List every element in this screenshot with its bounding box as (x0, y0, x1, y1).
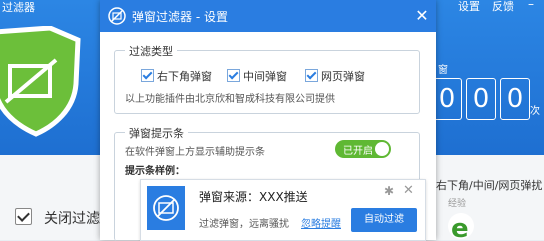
background-filter-types-text: 右下角/中间/网页弹扰 (436, 179, 543, 192)
sample-label: 提示条样例： (125, 166, 185, 177)
close-button[interactable]: ✕ (412, 6, 432, 26)
background-settings-menu[interactable]: 设置 (458, 0, 480, 14)
popup-tip-section: 弹窗提示条 在软件弹窗上方显示辅助提示条 已开启 提示条样例： 弹窗来源：XXX… (114, 125, 426, 241)
background-popup-label: 窗 (438, 65, 448, 76)
settings-dialog: 弹窗过滤器 - 设置 ✕ 过滤类型 右下角弹窗 中间弹窗 网页弹窗 以上功能插件… (100, 0, 436, 241)
background-app-title: 过滤器 (2, 1, 35, 14)
web-popup-checkbox[interactable] (305, 69, 318, 82)
popup-blocker-icon (147, 186, 185, 230)
popup-blocker-icon (108, 7, 126, 25)
middle-popup-checkbox[interactable] (227, 69, 240, 82)
close-filter-label[interactable]: 关闭过滤 (44, 208, 100, 228)
counter-digit: 0 (466, 78, 496, 120)
middle-popup-label[interactable]: 中间弹窗 (243, 68, 287, 84)
svg-text:e: e (451, 214, 469, 240)
counter-digit: 0 (432, 78, 462, 120)
auto-filter-button[interactable]: 自动过滤 (351, 208, 417, 232)
browser-logo-icon[interactable]: e (444, 208, 478, 240)
bottom-right-popup-label[interactable]: 右下角弹窗 (157, 68, 212, 84)
background-feedback-menu[interactable]: 反馈 (492, 0, 514, 14)
popup-tip-description: 在软件弹窗上方显示辅助提示条 (125, 147, 265, 158)
background-minimize-button[interactable]: – (528, 0, 534, 11)
sample-description: 过滤弹窗，远离骚扰 (199, 219, 289, 230)
web-popup-label[interactable]: 网页弹窗 (321, 68, 365, 84)
counter-digit: 0 (500, 78, 530, 120)
sample-tip-card: 弹窗来源：XXX推送 ✱ ✕ 过滤弹窗，远离骚扰 忽略提醒 自动过滤 (140, 179, 426, 241)
bottom-right-popup-checkbox[interactable] (141, 69, 154, 82)
sample-title: 弹窗来源：XXX推送 (199, 190, 308, 204)
ignore-reminder-link[interactable]: 忽略提醒 (301, 215, 341, 230)
popup-tip-toggle[interactable]: 已开启 (335, 140, 391, 158)
close-icon[interactable]: ✕ (403, 183, 414, 198)
filter-type-legend: 过滤类型 (125, 43, 177, 59)
toggle-knob (375, 142, 389, 156)
provider-note: 以上功能插件由北京欣和智成科技有限公司提供 (125, 94, 335, 105)
toggle-label: 已开启 (343, 146, 373, 157)
dialog-title: 弹窗过滤器 - 设置 (132, 10, 228, 24)
close-filter-checkbox[interactable] (15, 208, 32, 225)
counter-unit: 次 (530, 106, 540, 117)
shield-icon (0, 26, 81, 137)
filter-type-section: 过滤类型 右下角弹窗 中间弹窗 网页弹窗 以上功能插件由北京欣和智成科技有限公司… (114, 43, 420, 114)
dialog-header: 弹窗过滤器 - 设置 ✕ (100, 0, 436, 32)
gear-icon[interactable]: ✱ (384, 184, 394, 198)
popup-tip-legend: 弹窗提示条 (125, 125, 188, 141)
